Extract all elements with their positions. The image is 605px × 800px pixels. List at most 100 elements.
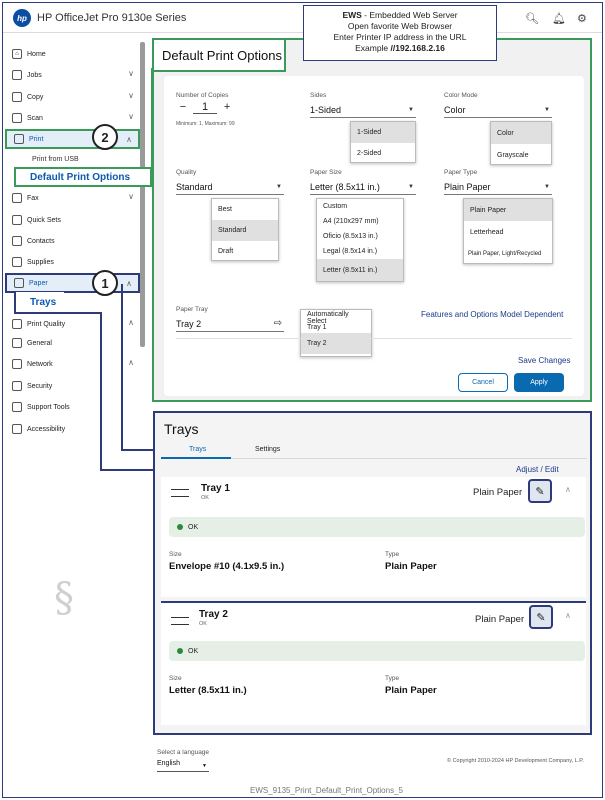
tray-icon bbox=[171, 617, 189, 625]
jobs-icon bbox=[12, 70, 22, 80]
quality-select[interactable]: Standard ▼ bbox=[176, 182, 284, 195]
decorative-watermark: § bbox=[54, 575, 74, 621]
document-name: EWS_9135_Print_Default_Print_Options_5 bbox=[250, 786, 403, 795]
tab-settings[interactable]: Settings bbox=[255, 446, 280, 453]
sidebar-scrollbar[interactable] bbox=[140, 42, 145, 347]
apply-button[interactable]: Apply bbox=[514, 373, 564, 392]
quality-dropdown: Best Standard Draft bbox=[211, 198, 279, 261]
paper-type-value: Plain Paper bbox=[444, 182, 491, 192]
sidebar-item-print-quality[interactable]: Print Quality ∧ bbox=[5, 314, 140, 334]
sidebar-item-label: Security bbox=[27, 382, 53, 390]
sidebar-item-label: Network bbox=[27, 360, 53, 368]
sidebar-item-security[interactable]: Security bbox=[5, 376, 140, 396]
paper-size-option[interactable]: Legal (8.5x14 in.) bbox=[317, 244, 403, 259]
size-value: Envelope #10 (4.1x9.5 in.) bbox=[169, 561, 285, 572]
sidebar-item-supplies[interactable]: Supplies bbox=[5, 252, 140, 272]
cancel-button[interactable]: Cancel bbox=[458, 373, 508, 392]
sidebar-item-label: Paper bbox=[29, 279, 48, 287]
dropdown-arrow-icon: ▼ bbox=[544, 107, 550, 113]
sides-dropdown: 1-Sided 2-Sided bbox=[350, 121, 416, 163]
paper-tray-option[interactable]: Automatically Select bbox=[301, 310, 371, 325]
sidebar-item-fax[interactable]: Fax ∨ bbox=[5, 188, 140, 208]
sidebar-item-paper[interactable]: Paper ∧ bbox=[5, 273, 140, 293]
sidebar-item-support-tools[interactable]: Support Tools bbox=[5, 397, 140, 417]
copy-icon bbox=[12, 92, 22, 102]
general-icon bbox=[12, 338, 22, 348]
edit-icon[interactable]: ✎ bbox=[528, 479, 552, 503]
quality-option[interactable]: Best bbox=[212, 199, 278, 220]
language-select[interactable]: English ▼ bbox=[157, 760, 209, 772]
color-mode-option[interactable]: Color bbox=[491, 122, 551, 144]
paper-tray-option[interactable]: Tray 2 bbox=[301, 333, 371, 354]
paper-size-option[interactable]: Letter (8.5x11 in.) bbox=[317, 259, 403, 281]
chevron-down-icon: ∨ bbox=[128, 112, 134, 121]
sidebar-item-contacts[interactable]: Contacts bbox=[5, 231, 140, 251]
sidebar-subitem-print-from-usb[interactable]: Print from USB bbox=[32, 156, 79, 163]
app-title: HP OfficeJet Pro 9130e Series bbox=[37, 12, 187, 24]
paper-size-option[interactable]: Oficio (8.5x13 in.) bbox=[317, 229, 403, 244]
quality-option[interactable]: Draft bbox=[212, 241, 278, 262]
panel-title: Default Print Options bbox=[154, 40, 286, 72]
hp-logo[interactable]: hp bbox=[13, 9, 31, 27]
paper-type-option[interactable]: Letterhead bbox=[464, 221, 552, 243]
search-icon[interactable]: 🔍︎ bbox=[525, 12, 539, 25]
arrow-right-icon: ⇨ bbox=[273, 318, 282, 329]
sidebar-item-jobs[interactable]: Jobs ∨ bbox=[5, 65, 140, 85]
sidebar-item-copy[interactable]: Copy ∨ bbox=[5, 87, 140, 107]
page-number: 5 bbox=[398, 786, 403, 795]
home-icon: ⌂ bbox=[12, 49, 22, 59]
sidebar-item-label: Home bbox=[27, 50, 46, 58]
bell-icon[interactable]: 🔔︎ bbox=[552, 12, 566, 25]
paper-size-option[interactable]: Custom bbox=[317, 199, 403, 214]
color-mode-select[interactable]: Color ▼ bbox=[444, 105, 552, 118]
ews-title: EWS bbox=[342, 10, 362, 20]
paper-size-option[interactable]: A4 (210x297 mm) bbox=[317, 214, 403, 229]
sides-option[interactable]: 2-Sided bbox=[351, 143, 415, 164]
sides-select[interactable]: 1-Sided ▼ bbox=[310, 105, 416, 118]
paper-size-select[interactable]: Letter (8.5x11 in.) ▼ bbox=[310, 182, 416, 195]
sidebar-item-label: Print Quality bbox=[27, 320, 66, 328]
paper-type-option[interactable]: Plain Paper, Light/Recycled bbox=[464, 243, 552, 265]
sidebar-item-general[interactable]: General bbox=[5, 333, 140, 353]
ews-line4-prefix: Example bbox=[355, 43, 391, 53]
chevron-up-icon[interactable]: ∧ bbox=[565, 611, 571, 620]
language-value: English bbox=[157, 760, 180, 767]
fax-icon bbox=[12, 193, 22, 203]
sides-option[interactable]: 1-Sided bbox=[351, 122, 415, 143]
paper-tray-dropdown: Automatically Select Tray 1 Tray 2 bbox=[300, 309, 372, 357]
sides-value: 1-Sided bbox=[310, 105, 342, 115]
edit-icon[interactable]: ✎ bbox=[529, 605, 553, 629]
dropdown-arrow-icon: ▼ bbox=[202, 763, 207, 769]
user-settings-icon[interactable]: ⚙ bbox=[577, 12, 587, 25]
tray-card: Tray 2 OK Plain Paper ✎ ∧ OK Size Letter… bbox=[161, 601, 586, 725]
sidebar-item-label: Supplies bbox=[27, 258, 54, 266]
tray-header[interactable]: Tray 2 OK Plain Paper ✎ ∧ bbox=[161, 603, 586, 635]
paper-type-select[interactable]: Plain Paper ▼ bbox=[444, 182, 552, 195]
sidebar-item-quick-sets[interactable]: Quick Sets bbox=[5, 210, 140, 230]
copies-stepper[interactable]: − 1 + bbox=[176, 101, 234, 114]
paper-type-option[interactable]: Plain Paper bbox=[464, 199, 552, 221]
sidebar-item-accessibility[interactable]: Accessibility bbox=[5, 419, 140, 439]
features-note: Features and Options Model Dependent bbox=[421, 310, 564, 319]
type-label: Type bbox=[385, 551, 400, 558]
sidebar-item-home[interactable]: ⌂ Home bbox=[5, 44, 140, 64]
plus-button[interactable]: + bbox=[220, 101, 234, 113]
color-mode-option[interactable]: Grayscale bbox=[491, 144, 551, 166]
minus-button[interactable]: − bbox=[176, 101, 190, 113]
tab-active-indicator bbox=[161, 457, 231, 459]
sidebar-item-print[interactable]: Print ∧ bbox=[5, 129, 140, 149]
quality-option[interactable]: Standard bbox=[212, 220, 278, 241]
chevron-up-icon: ∧ bbox=[128, 318, 134, 327]
sidebar-item-network[interactable]: Network ∧ bbox=[5, 354, 140, 374]
tab-trays[interactable]: Trays bbox=[189, 446, 206, 453]
sidebar-item-scan[interactable]: Scan ∨ bbox=[5, 108, 140, 128]
chevron-up-icon[interactable]: ∧ bbox=[565, 485, 571, 494]
paper-tray-select[interactable]: Tray 2 ⇨ bbox=[176, 318, 284, 332]
sidebar-item-label: Accessibility bbox=[27, 425, 66, 433]
copies-value[interactable]: 1 bbox=[193, 101, 218, 114]
connector-navy-3 bbox=[14, 312, 102, 314]
tray-header[interactable]: Tray 1 OK Plain Paper ✎ ∧ bbox=[161, 477, 586, 509]
dropdown-arrow-icon: ▼ bbox=[276, 184, 282, 190]
chevron-down-icon: ∨ bbox=[128, 91, 134, 100]
copies-label: Number of Copies bbox=[176, 92, 229, 99]
